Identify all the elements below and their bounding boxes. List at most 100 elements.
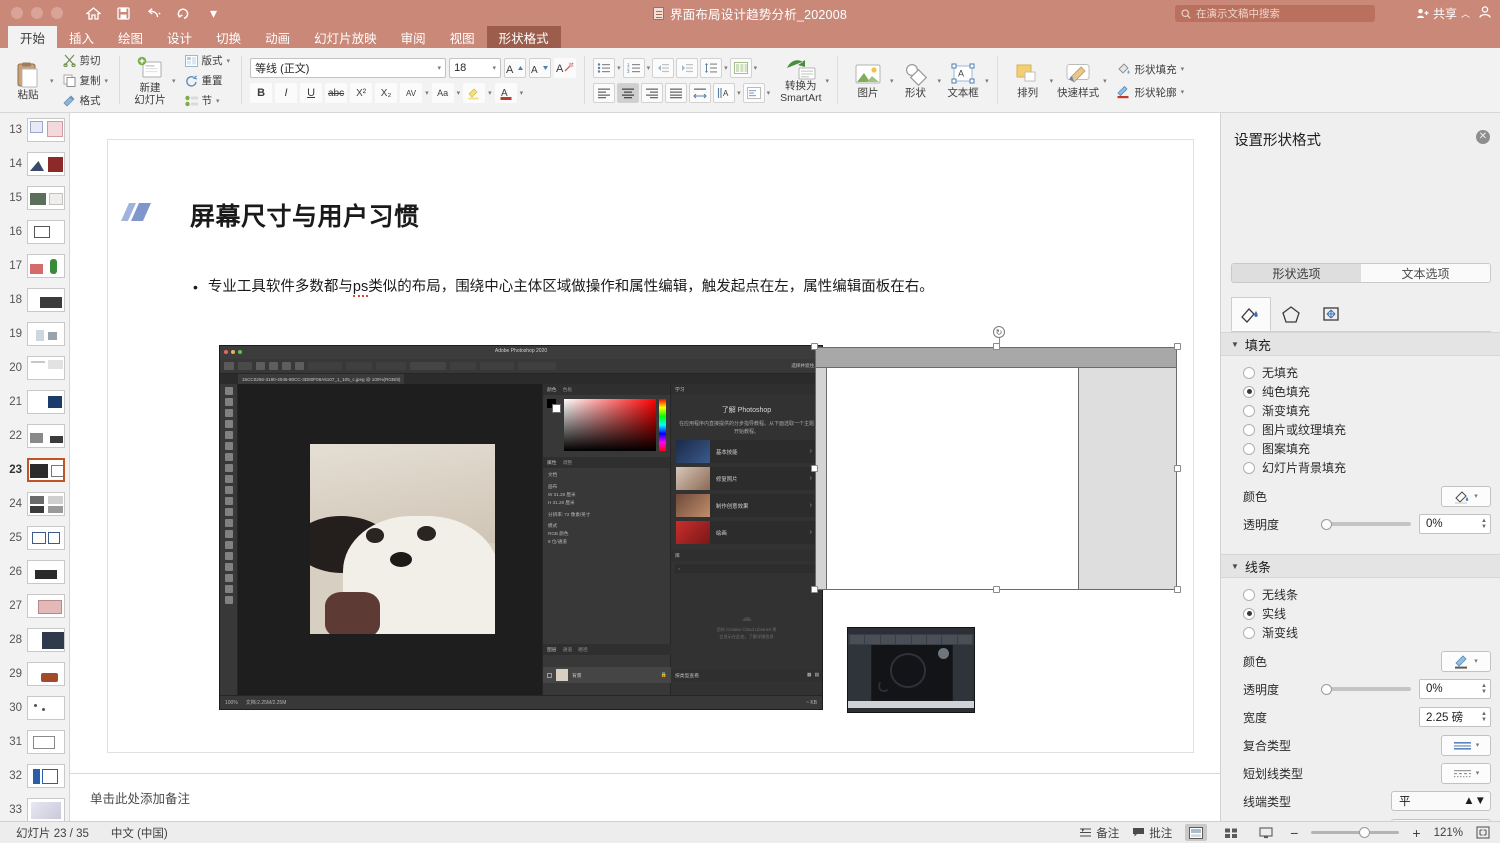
shape-fill-caret[interactable]: ▾ xyxy=(1181,65,1185,73)
thumbnail-preview[interactable] xyxy=(27,356,65,380)
ps-color-picker[interactable] xyxy=(543,395,670,451)
thumbnail-item-16[interactable]: 16 xyxy=(0,215,69,249)
font-color-caret[interactable]: ▾ xyxy=(520,89,524,97)
zoom-out-button[interactable]: − xyxy=(1290,825,1298,841)
list-view-icon[interactable]: ▤ xyxy=(814,673,819,678)
copy-caret[interactable]: ▾ xyxy=(105,77,109,85)
tab-view[interactable]: 视图 xyxy=(438,26,487,48)
ps-layers-tab[interactable]: 图层 xyxy=(547,646,557,653)
new-slide-button[interactable]: 新建 幻灯片 xyxy=(128,54,172,108)
section-button[interactable]: 节 ▾ xyxy=(182,92,234,109)
thumbnail-item-21[interactable]: 21 xyxy=(0,385,69,419)
align-center-button[interactable] xyxy=(617,83,640,103)
fill-line-icon[interactable] xyxy=(1231,297,1271,331)
thumbnail-preview[interactable] xyxy=(27,764,65,788)
ribbon-tab-bar[interactable]: 开始 插入 绘图 设计 切换 动画 幻灯片放映 审阅 视图 形状格式 xyxy=(0,26,1500,48)
quick-access-toolbar[interactable]: ▾ xyxy=(85,5,222,22)
thumbnail-preview[interactable] xyxy=(27,696,65,720)
thumbnail-preview[interactable] xyxy=(27,254,65,278)
ps-paths-tab[interactable]: 路径 xyxy=(578,646,588,653)
chevron-up-icon[interactable]: ︿ xyxy=(1461,7,1470,20)
ps-learn-item[interactable]: 修复照片 › xyxy=(676,467,817,490)
spinner-arrows-icon[interactable]: ▲▼ xyxy=(1463,795,1486,807)
thumbnail-preview[interactable] xyxy=(27,730,65,754)
size-properties-icon[interactable] xyxy=(1311,297,1351,331)
radio-icon-selected[interactable] xyxy=(1243,385,1255,398)
insert-textbox-button[interactable]: A 文本框 xyxy=(941,61,985,101)
justify-button[interactable] xyxy=(665,83,688,103)
rotate-handle[interactable]: ↻ xyxy=(993,326,1005,338)
resize-handle-se[interactable] xyxy=(1174,586,1181,593)
line-width-row[interactable]: 宽度 2.25 磅 ▲ ▼ xyxy=(1221,703,1500,731)
change-case-caret[interactable]: ▾ xyxy=(457,89,461,97)
ps-library-search[interactable]: ⌕ xyxy=(675,564,818,573)
increase-indent-button[interactable] xyxy=(676,58,699,78)
save-icon[interactable] xyxy=(115,5,132,22)
resize-handle-nw[interactable] xyxy=(811,343,818,350)
resize-handle-w[interactable] xyxy=(811,465,818,472)
radio-icon[interactable] xyxy=(1243,423,1255,436)
thumbnail-item-18[interactable]: 18 xyxy=(0,283,69,317)
line-option-gradient[interactable]: 渐变线 xyxy=(1221,623,1500,642)
ps-layers-header[interactable]: 图层 通道 路径 xyxy=(543,644,671,655)
segment-shape-options[interactable]: 形状选项 xyxy=(1232,264,1361,282)
resize-handle-e[interactable] xyxy=(1174,465,1181,472)
thumbnail-preview[interactable] xyxy=(27,526,65,550)
redo-icon[interactable] xyxy=(175,5,192,22)
spinner-arrows-icon[interactable]: ▲▼ xyxy=(1481,683,1487,695)
thumbnail-preview[interactable] xyxy=(27,322,65,346)
thumbnail-preview[interactable] xyxy=(27,424,65,448)
line-option-none[interactable]: 无线条 xyxy=(1221,585,1500,604)
reading-view-icon[interactable] xyxy=(1255,824,1277,841)
ps-learn-item[interactable]: 制作创意效果 › xyxy=(676,494,817,517)
thumbnail-preview[interactable] xyxy=(27,220,65,244)
insert-picture-button[interactable]: 图片 xyxy=(846,61,890,101)
decrease-indent-button[interactable] xyxy=(652,58,675,78)
customize-toolbar-icon[interactable]: ▾ xyxy=(205,5,222,22)
bullets-button[interactable] xyxy=(593,58,616,78)
ps-color-panel-header[interactable]: 颜色 色板 xyxy=(543,384,670,395)
clear-formatting-button[interactable]: A xyxy=(554,58,577,78)
line-color-picker-button[interactable]: ▾ xyxy=(1441,650,1491,672)
radio-icon[interactable] xyxy=(1243,626,1255,639)
text-direction-button[interactable]: A xyxy=(713,83,736,103)
align-right-button[interactable] xyxy=(641,83,664,103)
tab-draw[interactable]: 绘图 xyxy=(106,26,155,48)
close-window-button[interactable] xyxy=(11,7,23,19)
fill-option-solid[interactable]: 纯色填充 xyxy=(1221,382,1500,401)
line-options-list[interactable]: 无线条 实线 渐变线 颜色 ▾ 透明度 0% ▲ ▼ 宽度 2.25 磅 ▲ ▼… xyxy=(1221,585,1500,843)
thumbnail-item-24[interactable]: 24 xyxy=(0,487,69,521)
normal-view-icon[interactable] xyxy=(1185,824,1208,841)
slide-bullet-paragraph[interactable]: • 专业工具软件多数都与ps类似的布局，围绕中心主体区域做操作和属性编辑，触发起… xyxy=(193,277,1153,297)
zoom-slider[interactable] xyxy=(1311,827,1400,839)
ps-learn-panel[interactable]: 学习 了解 Photoshop 在应用程序内直接提供的分步指导教程。从下面选取一… xyxy=(670,384,822,695)
thumbnail-item-17[interactable]: 17 xyxy=(0,249,69,283)
columns-caret[interactable]: ▾ xyxy=(754,64,758,72)
quick-styles-caret[interactable]: ▾ xyxy=(1103,77,1107,85)
line-width-spinner[interactable]: 2.25 磅 ▲ ▼ xyxy=(1419,707,1491,727)
font-size-input[interactable]: 18 ▾ xyxy=(449,58,502,78)
resize-handle-s[interactable] xyxy=(993,586,1000,593)
zoom-level-label[interactable]: 121% xyxy=(1434,827,1463,839)
radio-icon[interactable] xyxy=(1243,588,1255,601)
font-color-button[interactable]: A xyxy=(494,83,517,103)
fill-transparency-row[interactable]: 透明度 0% ▲ ▼ xyxy=(1221,510,1500,538)
thumbnail-preview[interactable] xyxy=(27,798,65,821)
thumbnail-preview[interactable] xyxy=(27,662,65,686)
wireframe-layout-shape[interactable] xyxy=(815,347,1177,590)
fill-color-picker-button[interactable]: ▾ xyxy=(1441,485,1491,507)
line-cap-dropdown[interactable]: 平 ▲▼ xyxy=(1391,791,1491,811)
quick-styles-button[interactable]: 快速样式 xyxy=(1053,61,1103,101)
italic-button[interactable]: I xyxy=(275,83,298,103)
ps-channels-tab[interactable]: 通道 xyxy=(563,646,573,653)
shape-outline-button[interactable]: 形状轮廓 ▾ xyxy=(1113,84,1188,101)
fit-slide-icon[interactable] xyxy=(1476,826,1490,839)
tab-design[interactable]: 设计 xyxy=(155,26,204,48)
resize-handle-n[interactable] xyxy=(993,343,1000,350)
close-icon[interactable]: ✕ xyxy=(1476,130,1490,144)
fill-option-slide-bg[interactable]: 幻灯片背景填充 xyxy=(1221,458,1500,477)
thumbnail-item-27[interactable]: 27 xyxy=(0,589,69,623)
chevron-down-icon[interactable]: ▼ xyxy=(1231,562,1239,571)
line-transparency-row[interactable]: 透明度 0% ▲ ▼ xyxy=(1221,675,1500,703)
thumbnail-item-26[interactable]: 26 xyxy=(0,555,69,589)
